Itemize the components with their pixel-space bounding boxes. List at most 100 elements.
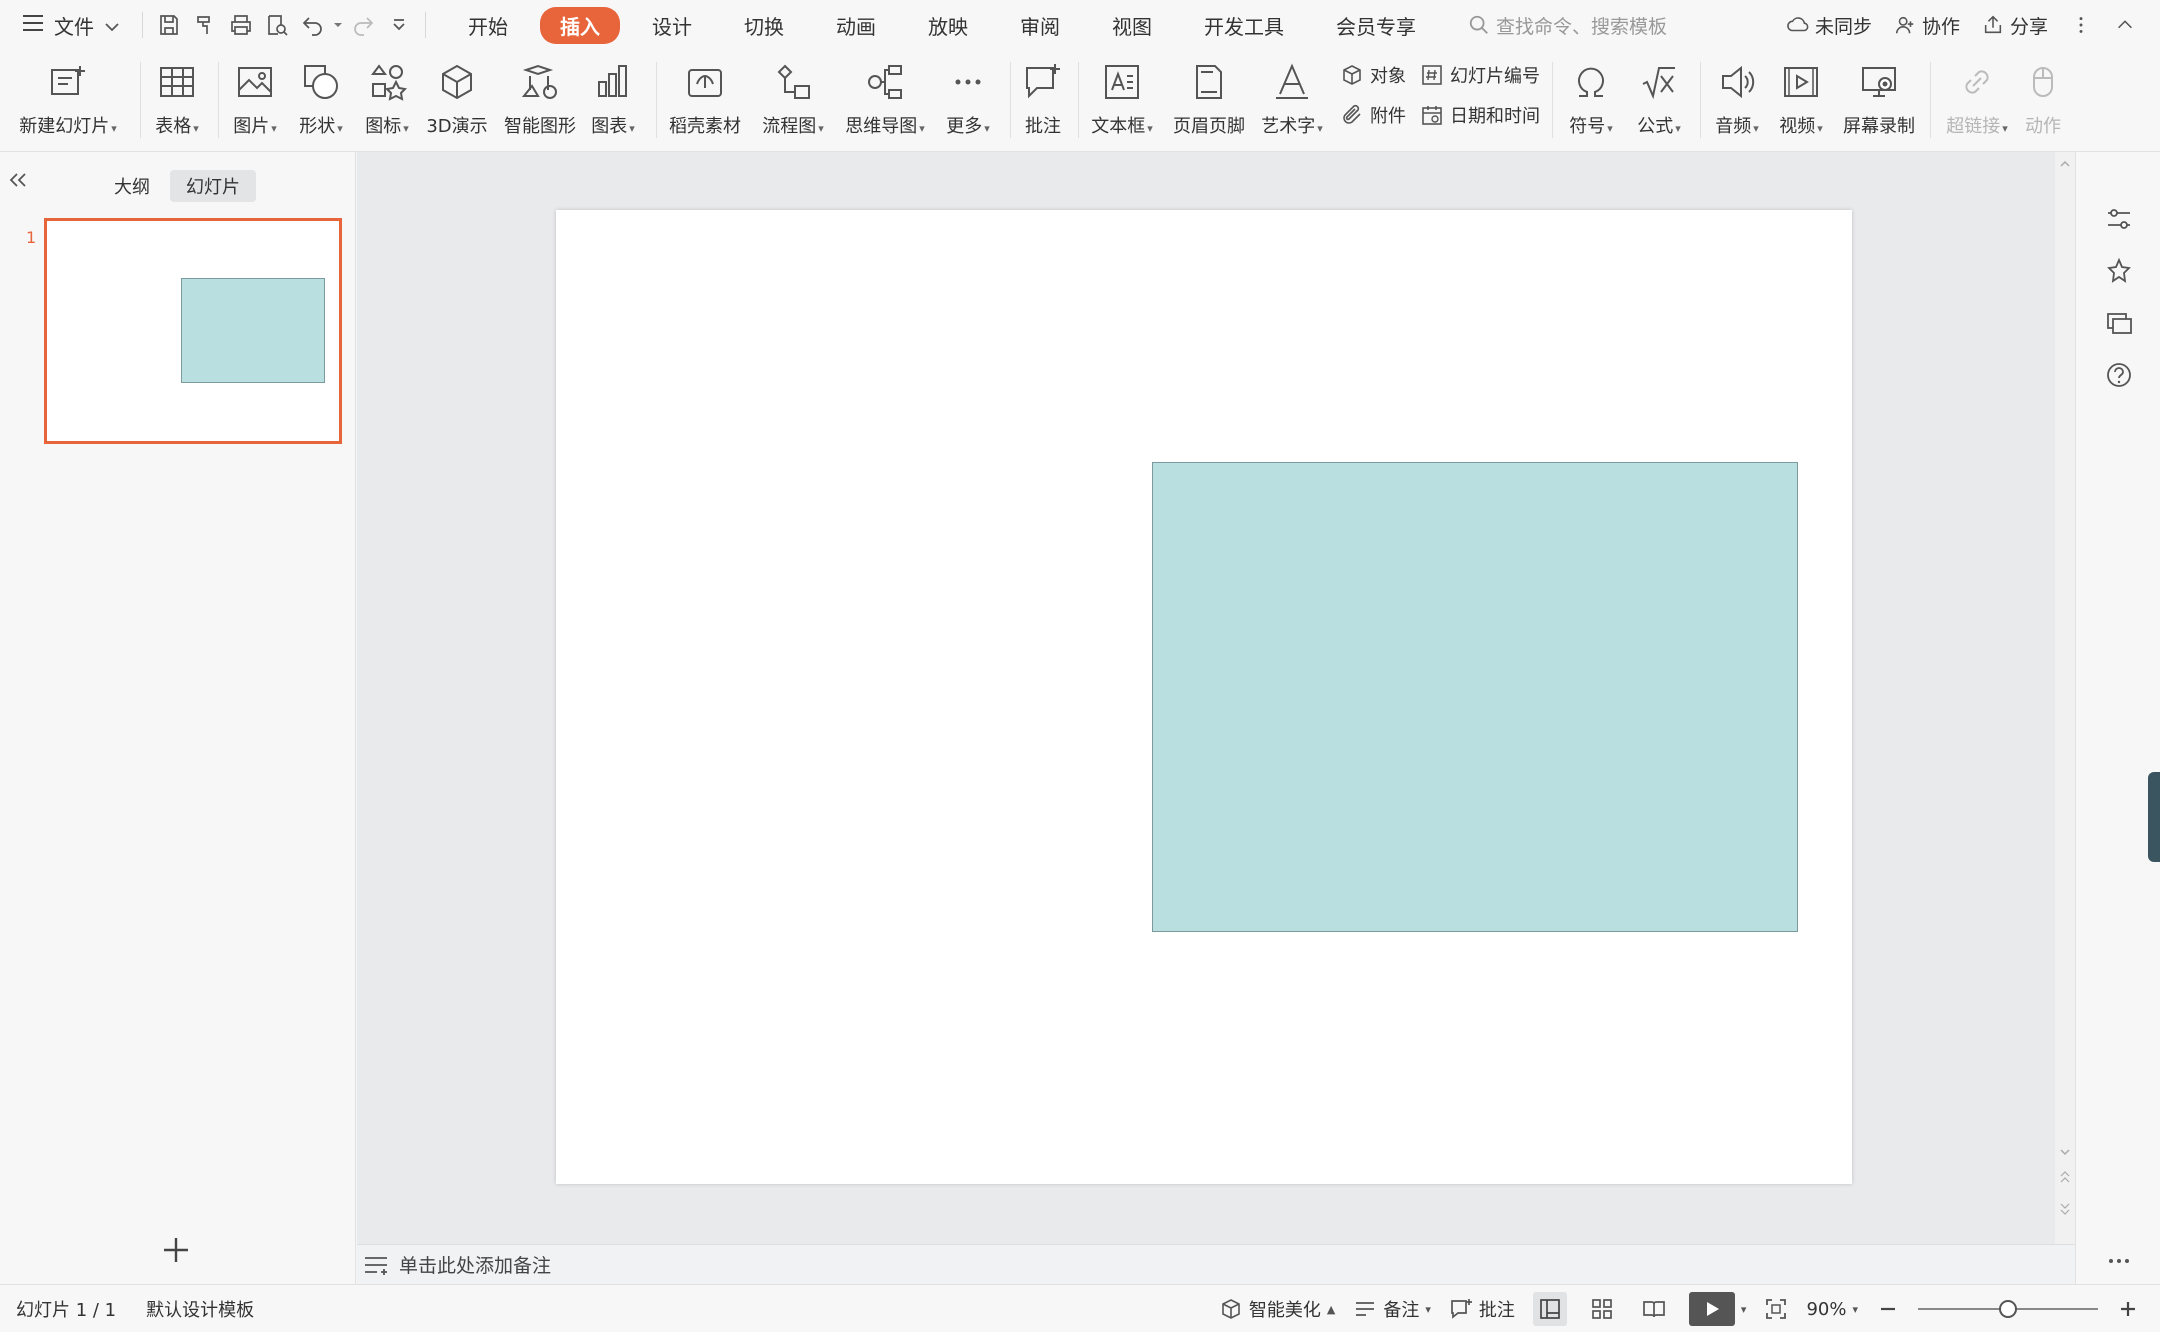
star-icon	[2107, 257, 2131, 283]
rectangle-shape[interactable]	[1152, 462, 1798, 932]
comments-toggle-button[interactable]: 批注	[1449, 1296, 1515, 1322]
picture-button[interactable]: 图片 ▾	[224, 58, 286, 144]
tab-review[interactable]: 审阅	[1000, 7, 1080, 44]
collaborate-button[interactable]: 协作	[1894, 12, 1960, 39]
dropdown-arrow-icon	[334, 23, 342, 27]
reading-view-button[interactable]	[1637, 1292, 1671, 1326]
chevron-down-icon	[104, 13, 120, 37]
collapse-panel-button[interactable]	[8, 170, 28, 195]
smartart-button[interactable]: 智能图形	[500, 58, 580, 144]
smartart-icon	[521, 64, 557, 99]
design-template[interactable]: 默认设计模板	[146, 1296, 254, 1322]
datetime-button[interactable]: 日期和时间	[1420, 100, 1540, 130]
notes-bar[interactable]: 单击此处添加备注	[357, 1244, 2075, 1284]
notes-toggle-button[interactable]: 备注 ▾	[1353, 1296, 1431, 1322]
command-search[interactable]: 查找命令、搜索模板	[1468, 12, 1667, 39]
formula-button[interactable]: 公式 ▾	[1628, 58, 1690, 144]
properties-button[interactable]	[2104, 204, 2134, 234]
save-button[interactable]	[151, 7, 187, 43]
tab-slideshow[interactable]: 放映	[908, 7, 988, 44]
share-button[interactable]: 分享	[1982, 12, 2048, 39]
object-button[interactable]: 对象	[1340, 60, 1406, 90]
screen-record-label: 屏幕录制	[1843, 116, 1915, 137]
more-button[interactable]: 更多 ▾	[938, 58, 998, 144]
slide-sorter-view-button[interactable]	[1585, 1292, 1619, 1326]
smart-beautify-button[interactable]: 智能美化 ▲	[1219, 1296, 1335, 1322]
screen-record-button[interactable]: 屏幕录制	[1838, 58, 1920, 144]
play-options-dropdown[interactable]: ▾	[1741, 1303, 1747, 1316]
slide-transition-pane-button[interactable]	[2104, 308, 2134, 338]
table-button[interactable]: 表格 ▾	[146, 58, 208, 144]
vertical-scrollbar[interactable]	[2055, 152, 2075, 1244]
zoom-out-button[interactable]	[1876, 1297, 1900, 1321]
wordart-label: 艺术字	[1261, 116, 1316, 137]
slide-thumbnail[interactable]	[44, 218, 342, 444]
divider	[425, 12, 426, 38]
zoom-slider[interactable]	[1918, 1300, 2098, 1318]
mindmap-label: 思维导图	[845, 116, 918, 137]
transition-icon	[2107, 313, 2132, 334]
mindmap-button[interactable]: 思维导图 ▾	[840, 58, 930, 144]
dropdown-arrow-icon: ▾	[1425, 1302, 1431, 1316]
tab-member[interactable]: 会员专享	[1316, 7, 1436, 44]
symbol-button[interactable]: 符号 ▾	[1560, 58, 1622, 144]
zoom-in-button[interactable]	[2116, 1297, 2140, 1321]
audio-button[interactable]: 音频 ▾	[1706, 58, 1768, 144]
textbox-button[interactable]: 文本框 ▾	[1086, 58, 1158, 144]
help-button[interactable]	[2104, 360, 2134, 390]
shape-button[interactable]: 形状 ▾	[290, 58, 352, 144]
tab-outline[interactable]: 大纲	[98, 170, 166, 202]
flowchart-button[interactable]: 流程图 ▾	[756, 58, 830, 144]
new-slide-button[interactable]: 新建幻灯片 ▾	[14, 58, 122, 144]
video-button[interactable]: 视频 ▾	[1770, 58, 1832, 144]
sync-label: 未同步	[1814, 15, 1872, 38]
more-options-button[interactable]	[2070, 14, 2092, 36]
fit-to-window-button[interactable]	[1764, 1297, 1788, 1321]
print-preview-button[interactable]	[259, 7, 295, 43]
header-footer-button[interactable]: 页眉页脚	[1168, 58, 1250, 144]
animation-pane-button[interactable]	[2104, 256, 2134, 286]
tab-view[interactable]: 视图	[1092, 7, 1172, 44]
undo-dropdown[interactable]	[331, 7, 345, 43]
material-library-button[interactable]: 稻壳素材	[664, 58, 746, 144]
chart-button[interactable]: 图表 ▾	[586, 58, 640, 144]
file-menu[interactable]: 文件	[0, 11, 134, 40]
tab-design[interactable]: 设计	[632, 7, 712, 44]
material-icon	[688, 69, 722, 97]
tab-home[interactable]: 开始	[448, 7, 528, 44]
tab-transition[interactable]: 切换	[724, 7, 804, 44]
format-painter-button[interactable]	[187, 7, 223, 43]
play-slideshow-button[interactable]	[1688, 1292, 1735, 1326]
tab-slides[interactable]: 幻灯片	[170, 170, 256, 202]
zoom-level-dropdown[interactable]: 90% ▾	[1806, 1299, 1858, 1320]
normal-view-button[interactable]	[1532, 1292, 1567, 1326]
slide-number-button[interactable]: 幻灯片编号	[1420, 60, 1540, 90]
comment-button[interactable]: 批注	[1018, 58, 1068, 144]
icon-library-button[interactable]: 图标 ▾	[356, 58, 418, 144]
print-button[interactable]	[223, 7, 259, 43]
collapse-ribbon-button[interactable]	[2114, 14, 2136, 36]
hyperlink-button[interactable]: 超链接 ▾	[1936, 58, 2018, 144]
more-panes-button[interactable]	[2104, 1246, 2134, 1276]
hamburger-icon	[22, 13, 44, 37]
omega-icon	[1578, 67, 1604, 97]
ellipsis-icon	[2109, 1259, 2129, 1263]
tab-animation[interactable]: 动画	[816, 7, 896, 44]
action-button[interactable]: 动作	[2018, 58, 2068, 144]
double-chevron-left-icon	[9, 173, 26, 187]
wordart-button[interactable]: 艺术字 ▾	[1254, 58, 1330, 144]
undo-button[interactable]	[295, 7, 331, 43]
attachment-button[interactable]: 附件	[1340, 100, 1406, 130]
video-icon	[1784, 67, 1818, 97]
3d-demo-button[interactable]: 3D演示	[422, 58, 492, 144]
side-handle[interactable]	[2148, 772, 2160, 862]
slide-thumbnail-number: 1	[26, 228, 37, 247]
zoom-slider-handle[interactable]	[1999, 1300, 2017, 1318]
slide-canvas[interactable]	[556, 210, 1852, 1184]
redo-button[interactable]	[345, 7, 381, 43]
add-slide-button[interactable]	[160, 1234, 192, 1266]
tab-developer[interactable]: 开发工具	[1184, 7, 1304, 44]
sync-status-button[interactable]: 未同步	[1787, 12, 1872, 39]
customize-quick-access-button[interactable]	[381, 7, 417, 43]
tab-insert[interactable]: 插入	[540, 6, 620, 44]
